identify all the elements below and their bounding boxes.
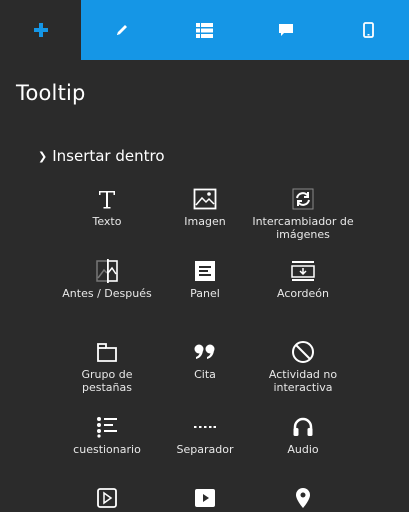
image-swap-icon	[292, 188, 314, 210]
component-text[interactable]: Texto	[52, 185, 162, 229]
component-label: Imagen	[184, 215, 226, 228]
mobile-icon	[362, 22, 374, 38]
pencil-icon	[117, 25, 127, 35]
tab-bar	[0, 0, 409, 60]
panel-title: Tooltip	[16, 81, 86, 105]
section-label: Insertar dentro	[52, 147, 165, 165]
component-label: Grupo de pestañas	[81, 368, 133, 394]
component-media[interactable]	[150, 484, 260, 512]
component-label: Audio	[287, 443, 319, 456]
separator-icon	[194, 426, 216, 428]
component-image-swap[interactable]: Intercambiador de imágenes	[248, 185, 358, 241]
component-separator[interactable]: Separador	[150, 413, 260, 457]
component-label: Separador	[176, 443, 234, 456]
panel-icon	[195, 261, 215, 281]
tab-group-icon	[97, 343, 117, 362]
component-video[interactable]	[52, 484, 162, 512]
tab-edit[interactable]	[81, 0, 163, 60]
insert-inside-toggle[interactable]: ❯ Insertar dentro	[38, 146, 409, 166]
headphones-icon	[293, 417, 313, 436]
component-label: Actividad no interactiva	[268, 368, 338, 394]
component-image[interactable]: Imagen	[150, 185, 260, 229]
accordion-icon	[291, 261, 315, 281]
component-label: Acordeón	[277, 287, 329, 300]
plus-icon	[33, 23, 48, 37]
quote-icon	[194, 344, 215, 359]
tab-add[interactable]	[0, 0, 81, 60]
questionnaire-icon	[97, 417, 117, 438]
component-no-interaction[interactable]: Actividad no interactiva	[248, 338, 358, 394]
component-label: Cita	[194, 368, 216, 381]
component-label: Panel	[190, 287, 220, 300]
component-before-after[interactable]: Antes / Después	[52, 257, 162, 301]
component-label: Texto	[92, 215, 122, 228]
tab-comment[interactable]	[245, 0, 327, 60]
chevron-right-icon: ❯	[38, 149, 48, 163]
component-panel[interactable]: Panel	[150, 257, 260, 301]
map-pin-icon	[296, 488, 310, 508]
image-icon	[193, 188, 217, 210]
before-after-icon	[96, 259, 118, 283]
component-quote[interactable]: Cita	[150, 338, 260, 382]
component-map[interactable]	[248, 484, 358, 512]
list-icon	[195, 22, 213, 38]
component-tab-group[interactable]: Grupo de pestañas	[52, 338, 162, 394]
no-interaction-icon	[292, 341, 314, 363]
play-icon	[195, 489, 215, 507]
component-label: Intercambiador de imágenes	[252, 215, 354, 241]
text-icon	[99, 191, 115, 209]
comment-icon	[279, 23, 293, 36]
tab-list[interactable]	[163, 0, 245, 60]
component-accordion[interactable]: Acordeón	[248, 257, 358, 301]
component-questionnaire[interactable]: cuestionario	[52, 413, 162, 457]
component-label: Antes / Después	[62, 287, 152, 300]
video-icon	[97, 488, 117, 508]
component-label: cuestionario	[73, 443, 141, 456]
component-audio[interactable]: Audio	[248, 413, 358, 457]
tab-mobile[interactable]	[327, 0, 409, 60]
